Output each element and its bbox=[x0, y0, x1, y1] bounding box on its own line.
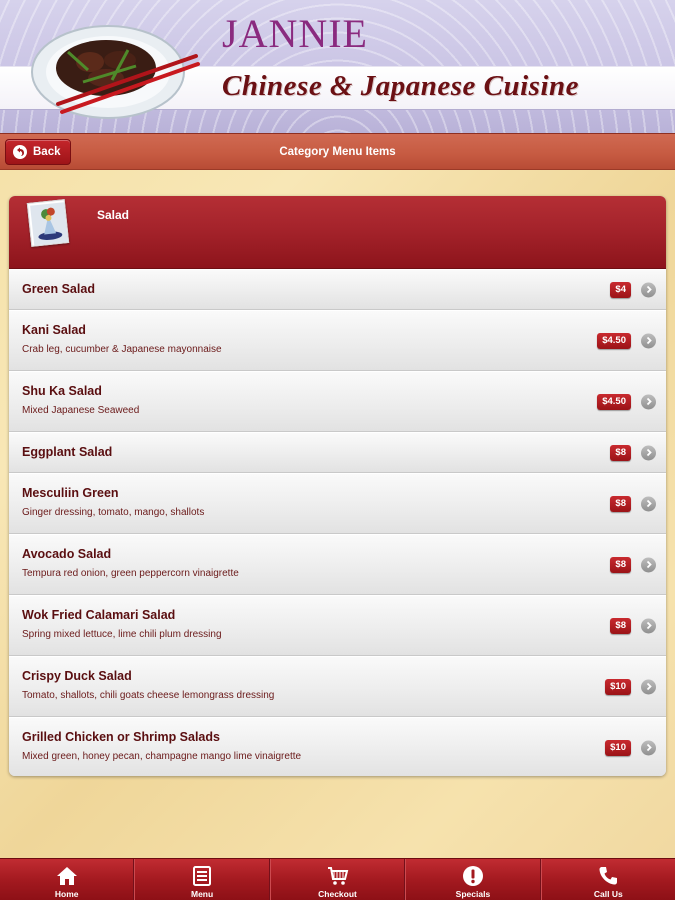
item-name: Grilled Chicken or Shrimp Salads bbox=[22, 730, 220, 744]
chevron-right-icon bbox=[641, 333, 656, 348]
brand-name: JANNIE bbox=[222, 11, 368, 56]
item-description: Tomato, shallots, chili goats cheese lem… bbox=[22, 690, 275, 701]
chevron-right-icon bbox=[641, 679, 656, 694]
menu-item[interactable]: Green Salad $4 bbox=[9, 269, 666, 310]
menu-item[interactable]: Shu Ka Salad Mixed Japanese Seaweed $4.5… bbox=[9, 371, 666, 432]
menu-items-panel: Salad Green Salad $4 Kani Salad Crab leg… bbox=[9, 196, 666, 776]
back-button[interactable]: Back bbox=[5, 139, 71, 165]
brand-tagline: Chinese & Japanese Cuisine bbox=[222, 70, 580, 102]
menu-item[interactable]: Avocado Salad Tempura red onion, green p… bbox=[9, 534, 666, 595]
phone-icon bbox=[599, 867, 618, 885]
title-bar: Category Menu Items Back bbox=[0, 133, 675, 170]
back-arrow-icon bbox=[13, 145, 27, 159]
home-icon bbox=[56, 867, 77, 885]
plate-logo-icon bbox=[31, 25, 200, 119]
category-title: Salad bbox=[97, 208, 130, 222]
item-name: Wok Fried Calamari Salad bbox=[22, 608, 176, 622]
menu-item[interactable]: Wok Fried Calamari Salad Spring mixed le… bbox=[9, 595, 666, 656]
tab-call-us[interactable]: Call Us bbox=[540, 859, 675, 900]
item-description: Mixed Japanese Seaweed bbox=[22, 405, 140, 416]
item-name: Kani Salad bbox=[22, 323, 86, 337]
menu-item[interactable]: Mesculiin Green Ginger dressing, tomato,… bbox=[9, 473, 666, 534]
tab-label: Home bbox=[54, 889, 79, 899]
bottom-tab-bar: Home Menu Checkout Specials Call Us bbox=[0, 858, 675, 900]
price-badge: $10 bbox=[605, 739, 631, 756]
price-badge: $4 bbox=[610, 281, 631, 298]
app-header: JANNIE Chinese & Japanese Cuisine bbox=[0, 0, 675, 133]
item-name: Shu Ka Salad bbox=[22, 384, 102, 398]
menu-item[interactable]: Eggplant Salad $8 bbox=[9, 432, 666, 473]
chevron-right-icon bbox=[641, 740, 656, 755]
tab-home[interactable]: Home bbox=[0, 859, 135, 900]
chevron-right-icon bbox=[641, 282, 656, 297]
item-description: Tempura red onion, green peppercorn vina… bbox=[22, 568, 239, 579]
price-badge: $4.50 bbox=[597, 393, 631, 410]
cart-icon bbox=[327, 867, 348, 885]
price-badge: $8 bbox=[610, 495, 631, 512]
chevron-right-icon bbox=[641, 557, 656, 572]
back-button-label: Back bbox=[33, 146, 61, 158]
menu-list-icon bbox=[193, 866, 212, 886]
exclamation-icon bbox=[462, 866, 483, 886]
item-name: Eggplant Salad bbox=[22, 445, 113, 459]
tab-specials[interactable]: Specials bbox=[405, 859, 541, 900]
salad-thumbnail-icon bbox=[26, 199, 70, 247]
page-title: Category Menu Items bbox=[279, 146, 396, 158]
item-description: Spring mixed lettuce, lime chili plum dr… bbox=[22, 629, 222, 640]
item-description: Mixed green, honey pecan, champagne mang… bbox=[22, 751, 302, 762]
price-badge: $4.50 bbox=[597, 332, 631, 349]
tab-label: Specials bbox=[455, 889, 491, 899]
tab-label: Call Us bbox=[593, 889, 623, 899]
item-description: Crab leg, cucumber & Japanese mayonnaise bbox=[22, 344, 222, 355]
tab-menu[interactable]: Menu bbox=[134, 859, 270, 900]
price-badge: $8 bbox=[610, 444, 631, 461]
tab-checkout[interactable]: Checkout bbox=[269, 859, 406, 900]
item-name: Avocado Salad bbox=[22, 547, 112, 561]
item-name: Green Salad bbox=[22, 282, 95, 296]
price-badge: $8 bbox=[610, 617, 631, 634]
chevron-right-icon bbox=[641, 394, 656, 409]
menu-item[interactable]: Grilled Chicken or Shrimp Salads Mixed g… bbox=[9, 717, 666, 776]
tab-label: Checkout bbox=[318, 889, 357, 899]
item-name: Mesculiin Green bbox=[22, 486, 119, 500]
chevron-right-icon bbox=[641, 445, 656, 460]
chevron-right-icon bbox=[641, 496, 656, 511]
tab-label: Menu bbox=[191, 889, 214, 899]
item-name: Crispy Duck Salad bbox=[22, 669, 132, 683]
item-description: Ginger dressing, tomato, mango, shallots bbox=[22, 507, 205, 518]
price-badge: $8 bbox=[610, 556, 631, 573]
menu-item[interactable]: Crispy Duck Salad Tomato, shallots, chil… bbox=[9, 656, 666, 717]
price-badge: $10 bbox=[605, 678, 631, 695]
menu-item[interactable]: Kani Salad Crab leg, cucumber & Japanese… bbox=[9, 310, 666, 371]
category-header: Salad bbox=[9, 196, 666, 269]
chevron-right-icon bbox=[641, 618, 656, 633]
